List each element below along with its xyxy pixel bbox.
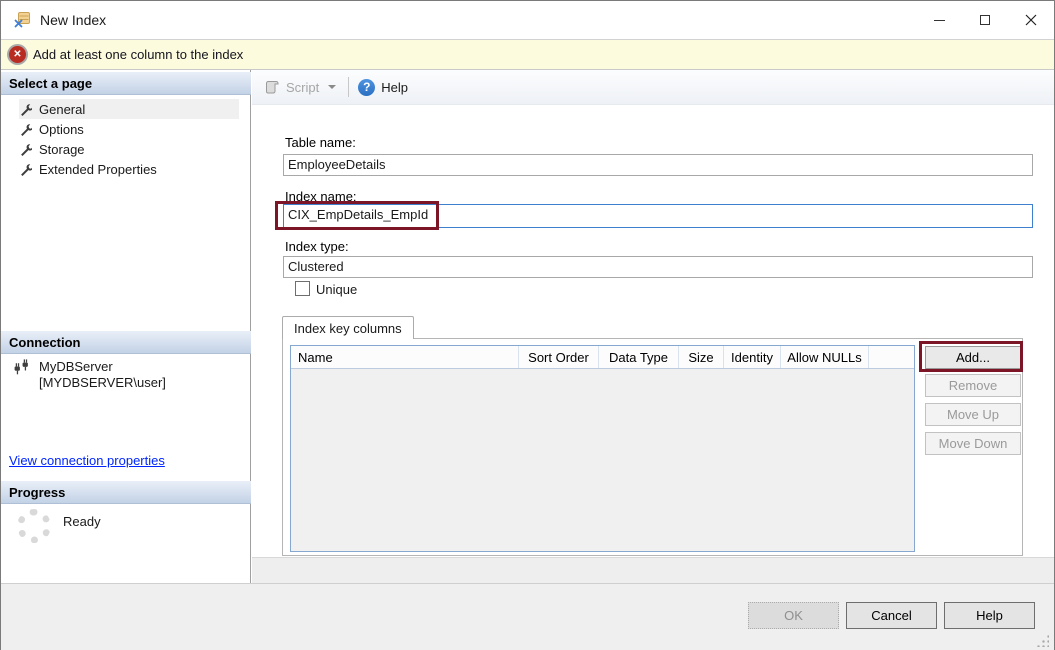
sidebar-item-label: Options <box>39 121 84 137</box>
unique-checkbox[interactable] <box>295 281 310 296</box>
progress-spinner-icon <box>17 509 51 543</box>
server-name: MyDBServer <box>39 359 113 374</box>
sidebar-item-general[interactable]: General <box>19 99 239 119</box>
ok-button[interactable]: OK <box>748 602 839 629</box>
column-header-sort-order[interactable]: Sort Order <box>519 346 599 368</box>
add-button[interactable]: Add... <box>925 346 1021 369</box>
help-button[interactable]: Help <box>944 602 1035 629</box>
window-controls <box>916 1 1054 39</box>
sidebar-item-label: Storage <box>39 141 85 157</box>
panel-bottom-strip <box>252 557 1054 583</box>
close-button[interactable] <box>1008 1 1054 39</box>
maximize-button[interactable] <box>962 1 1008 39</box>
wrench-icon <box>21 103 32 116</box>
index-type-label: Index type: <box>285 239 349 254</box>
toolbar: Script ? Help <box>252 70 1054 105</box>
move-up-button[interactable]: Move Up <box>925 403 1021 426</box>
wrench-icon <box>21 123 32 136</box>
remove-button[interactable]: Remove <box>925 374 1021 397</box>
index-name-input[interactable]: CIX_EmpDetails_EmpId <box>283 204 1033 228</box>
new-index-dialog: New Index ✕ Add at least one column to t… <box>0 0 1055 650</box>
help-toolbar-button[interactable]: Help <box>381 80 408 95</box>
script-button[interactable]: Script <box>286 80 319 95</box>
column-header-size[interactable]: Size <box>679 346 724 368</box>
sidebar-item-extended-properties[interactable]: Extended Properties <box>19 159 239 179</box>
index-key-columns-tabpage: Name Sort Order Data Type Size Identity … <box>282 338 1023 556</box>
connection-header: Connection <box>1 331 251 354</box>
progress-status: Ready <box>63 514 101 529</box>
new-index-icon <box>13 11 31 29</box>
wrench-icon <box>21 143 32 156</box>
move-down-button[interactable]: Move Down <box>925 432 1021 455</box>
index-name-label: Index name: <box>285 189 357 204</box>
column-header-name[interactable]: Name <box>291 346 519 368</box>
login-account: [MYDBSERVER\user] <box>39 375 166 390</box>
script-dropdown-caret-icon[interactable] <box>328 85 337 89</box>
grid-header-row: Name Sort Order Data Type Size Identity … <box>291 346 914 369</box>
sidebar-item-storage[interactable]: Storage <box>19 139 239 159</box>
validation-alert-bar: ✕ Add at least one column to the index <box>1 39 1054 70</box>
minimize-button[interactable] <box>916 1 962 39</box>
title-bar: New Index <box>1 1 1054 39</box>
toolbar-separator <box>348 77 350 97</box>
column-header-allow-nulls[interactable]: Allow NULLs <box>781 346 869 368</box>
cancel-button[interactable]: Cancel <box>846 602 937 629</box>
minimize-icon <box>933 19 945 21</box>
error-icon: ✕ <box>9 46 26 63</box>
script-icon <box>266 81 279 94</box>
tab-index-key-columns[interactable]: Index key columns <box>282 316 414 339</box>
grid-empty-body[interactable] <box>291 369 914 551</box>
main-panel: Script ? Help Table name: EmployeeDetail… <box>252 70 1054 583</box>
connection-plug-icon <box>14 359 28 375</box>
column-header-identity[interactable]: Identity <box>724 346 781 368</box>
column-header-data-type[interactable]: Data Type <box>599 346 679 368</box>
select-a-page-header: Select a page <box>1 72 251 95</box>
close-icon <box>1025 14 1037 26</box>
view-connection-properties-link[interactable]: View connection properties <box>9 453 165 468</box>
wrench-icon <box>21 163 32 176</box>
window-title: New Index <box>40 12 107 28</box>
sidebar: Select a page General Options Storage Ex… <box>1 70 251 583</box>
index-type-dropdown[interactable]: Clustered <box>283 256 1033 278</box>
help-icon: ? <box>358 78 376 96</box>
key-columns-grid[interactable]: Name Sort Order Data Type Size Identity … <box>290 345 915 552</box>
resize-grip[interactable] <box>1036 634 1049 647</box>
progress-header: Progress <box>1 481 251 504</box>
connection-info: MyDBServer [MYDBSERVER\user] <box>13 359 166 391</box>
table-name-label: Table name: <box>285 135 356 150</box>
column-header-filler <box>869 346 914 368</box>
sidebar-item-options[interactable]: Options <box>19 119 239 139</box>
dialog-body: Select a page General Options Storage Ex… <box>1 70 1054 583</box>
maximize-icon <box>980 15 990 25</box>
connection-server-text: MyDBServer [MYDBSERVER\user] <box>39 359 166 391</box>
sidebar-item-label: General <box>39 101 86 117</box>
alert-message: Add at least one column to the index <box>33 47 244 62</box>
table-name-field[interactable]: EmployeeDetails <box>283 154 1033 176</box>
sidebar-item-label: Extended Properties <box>39 161 157 177</box>
dialog-footer: OK Cancel Help <box>1 583 1054 650</box>
unique-checkbox-label: Unique <box>316 282 358 297</box>
